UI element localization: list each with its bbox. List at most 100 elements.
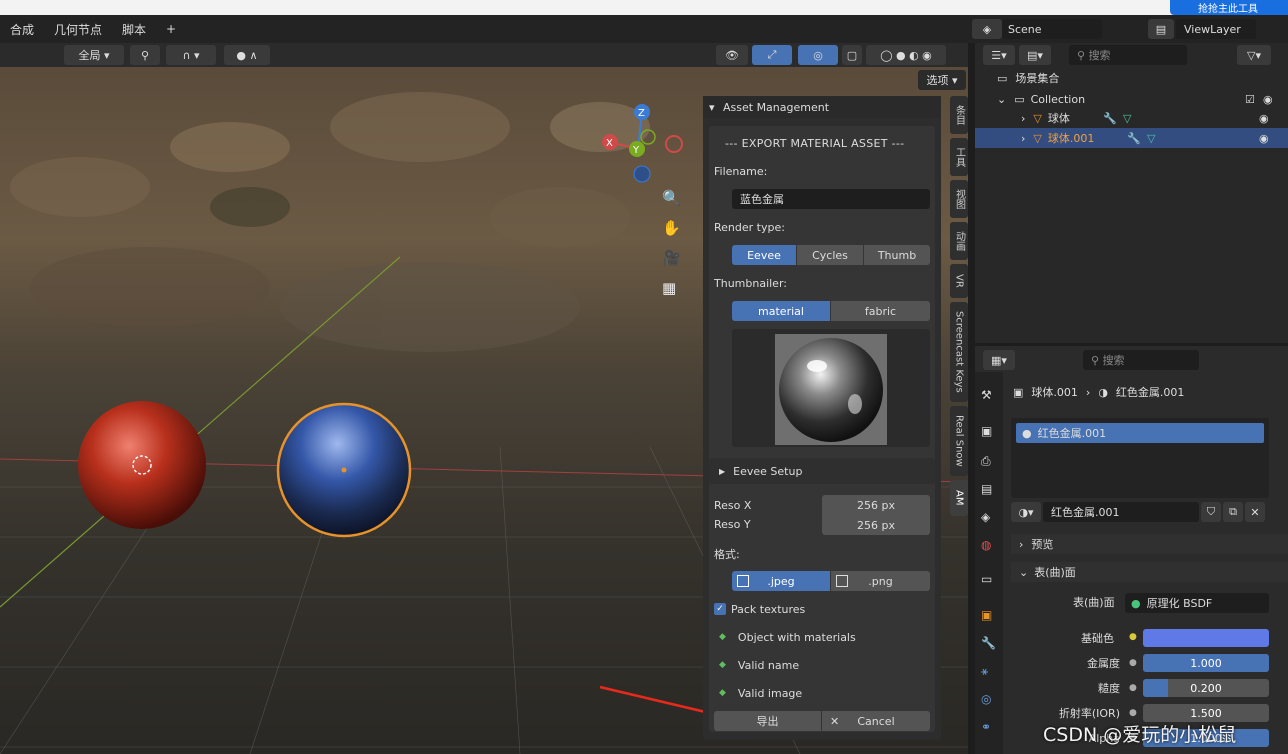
physics-tab-icon[interactable]: ◎ [981, 692, 991, 706]
outliner-item-sphere[interactable]: › ▽ 球体 🔧 ▽ ◉ [975, 108, 1288, 128]
collection-tab-icon[interactable]: ▭ [981, 572, 992, 586]
tab-geometry-nodes[interactable]: 几何节点 [44, 21, 112, 38]
check-label: Object with materials [737, 630, 856, 644]
tab-view[interactable]: 视图 [950, 180, 968, 218]
material-browse-button[interactable]: ◑▾ [1011, 502, 1041, 522]
surface-subpanel-header[interactable]: ⌄ 表(曲)面 [1011, 562, 1288, 582]
unlink-button[interactable]: ✕ [1245, 502, 1265, 522]
render-eevee-button[interactable]: Eevee [732, 245, 796, 265]
tab-vr[interactable]: VR [950, 264, 968, 298]
add-workspace-button[interactable]: + [156, 22, 186, 36]
material-slot[interactable]: ● 红色金属.001 [1016, 423, 1264, 443]
scene-tab-icon[interactable]: ◈ [981, 510, 990, 524]
scene-collection-row[interactable]: ▭ 场景集合 [997, 68, 1059, 88]
ortho-grid-icon[interactable]: ▦ [662, 279, 676, 297]
object-tab-icon[interactable]: ▣ [981, 608, 992, 622]
pack-textures-row[interactable]: ✓ Pack textures [714, 599, 805, 619]
shading-modes[interactable]: ◯ ● ◐ ◉ [866, 45, 946, 65]
outliner-search-input[interactable]: ⚲ 搜索 [1069, 45, 1187, 65]
scene-name-field[interactable]: Scene [1002, 19, 1102, 39]
pack-textures-checkbox[interactable]: ✓ [714, 603, 726, 615]
tab-real-snow[interactable]: Real Snow [950, 406, 968, 476]
modifier-tab-icon[interactable]: 🔧 [981, 636, 996, 650]
particles-tab-icon[interactable]: ⚹ [981, 664, 988, 679]
eye-icon[interactable]: ◉ [1259, 132, 1269, 145]
visibility-dropdown[interactable]: 👁 [716, 45, 748, 65]
tab-tool[interactable]: 工具 [950, 138, 968, 176]
tab-screencast-keys[interactable]: Screencast Keys [950, 302, 968, 402]
tab-compositing[interactable]: 合成 [0, 21, 44, 38]
material-thumbnail[interactable] [775, 334, 887, 445]
eye-icon[interactable]: ◉ [1263, 93, 1273, 106]
editor-type-dropdown[interactable]: ▦▾ [983, 350, 1015, 370]
expand-chevron-icon[interactable]: › [1021, 112, 1025, 125]
tool-tab-icon[interactable]: ⚒ [981, 388, 992, 402]
snap-toggle[interactable]: ∩ ▾ [166, 45, 216, 65]
properties-search-input[interactable]: ⚲ 搜索 [1083, 350, 1199, 370]
transform-orientation-dropdown[interactable]: 全局 ▾ [64, 45, 124, 65]
overlay-toggle[interactable]: ◎ [798, 45, 838, 65]
reso-x-field[interactable]: 256 px [822, 495, 930, 515]
breadcrumb: ▣ 球体.001 › ◑ 红色金属.001 [1013, 382, 1184, 402]
expand-chevron-icon[interactable]: ⌄ [997, 93, 1006, 106]
export-button[interactable]: 导出 [714, 711, 821, 731]
fake-user-button[interactable]: ⛉ [1201, 502, 1221, 522]
checkbox-icon[interactable]: ☑ [1245, 93, 1255, 106]
options-dropdown[interactable]: 选项 ▾ [918, 70, 966, 90]
zoom-icon[interactable]: 🔍 [662, 189, 681, 207]
view-layer-field[interactable]: ViewLayer [1176, 19, 1256, 39]
scene-selector[interactable]: ◈ [972, 19, 1002, 39]
tab-am[interactable]: AM [950, 480, 968, 516]
material-selector[interactable]: ◑▾ 红色金属.001 ⛉ ⧉ ✕ [1011, 502, 1265, 522]
filter-dropdown[interactable]: ▽▾ [1237, 45, 1271, 65]
material-name-field[interactable]: 红色金属.001 [1043, 502, 1199, 522]
collection-row[interactable]: ⌄ ▭ Collection ☑ ◉ [997, 89, 1287, 109]
cancel-button[interactable]: ✕ Cancel [822, 711, 930, 731]
editor-type-dropdown[interactable]: ☰▾ [983, 45, 1015, 65]
collapse-chevron-icon[interactable]: ▾ [709, 101, 715, 114]
view-layer-tab-icon[interactable]: ▤ [981, 482, 992, 496]
world-tab-icon[interactable]: ◍ [981, 538, 991, 552]
reso-y-field[interactable]: 256 px [822, 515, 930, 535]
output-tab-icon[interactable]: ⎙ [981, 454, 991, 469]
gizmo-toggle[interactable]: ⤢ [752, 45, 792, 65]
format-png-button[interactable]: .png [831, 571, 930, 591]
material-slot-list[interactable]: ● 红色金属.001 [1011, 418, 1269, 498]
panel-header[interactable]: ▾ Asset Management [703, 96, 941, 118]
view-layer-selector[interactable]: ▤ [1148, 19, 1174, 39]
wrench-icon[interactable]: 🔧 [1103, 112, 1117, 125]
outliner-item-sphere-001[interactable]: › ▽ 球体.001 🔧 ▽ ◉ [975, 128, 1288, 148]
shader-selector[interactable]: ● 原理化 BSDF [1125, 593, 1269, 613]
render-thumb-button[interactable]: Thumb [864, 245, 930, 265]
eye-icon[interactable]: ◉ [1259, 112, 1269, 125]
thumbnailer-fabric-button[interactable]: fabric [831, 301, 930, 321]
tab-scripting[interactable]: 脚本 [112, 21, 156, 38]
pan-hand-icon[interactable]: ✋ [662, 219, 681, 237]
eevee-setup-subpanel[interactable]: ▶ Eevee Setup [709, 458, 935, 484]
mesh-data-icon[interactable]: ▽ [1147, 132, 1155, 145]
proportional-edit-toggle[interactable]: ● ∧ [224, 45, 270, 65]
camera-icon[interactable]: 🎥 [662, 249, 681, 267]
preview-subpanel-header[interactable]: › 预览 [1011, 534, 1288, 554]
base-color-swatch[interactable] [1143, 629, 1269, 647]
display-mode-dropdown[interactable]: ▤▾ [1019, 45, 1051, 65]
filename-input[interactable]: 蓝色金属 [732, 189, 930, 209]
render-tab-icon[interactable]: ▣ [981, 424, 992, 438]
mesh-data-icon[interactable]: ▽ [1123, 112, 1131, 125]
red-sphere[interactable] [78, 401, 206, 529]
item-label: 球体.001 [1047, 132, 1095, 145]
pivot-dropdown[interactable]: ⚲ [130, 45, 160, 65]
render-cycles-button[interactable]: Cycles [797, 245, 863, 265]
expand-chevron-icon[interactable]: › [1021, 132, 1025, 145]
tab-item[interactable]: 条目 [950, 96, 968, 134]
duplicate-button[interactable]: ⧉ [1223, 502, 1243, 522]
wrench-icon[interactable]: 🔧 [1127, 132, 1141, 145]
property-slider[interactable]: 0.200 [1143, 679, 1269, 697]
xray-toggle[interactable]: ▢ [842, 45, 862, 65]
property-slider[interactable]: 1.000 [1143, 654, 1269, 672]
format-label: 格式: [714, 548, 740, 561]
thumbnailer-material-button[interactable]: material [732, 301, 830, 321]
format-jpeg-button[interactable]: .jpeg [732, 571, 830, 591]
tab-animation[interactable]: 动画 [950, 222, 968, 260]
constraints-tab-icon[interactable]: ⚭ [981, 720, 991, 734]
